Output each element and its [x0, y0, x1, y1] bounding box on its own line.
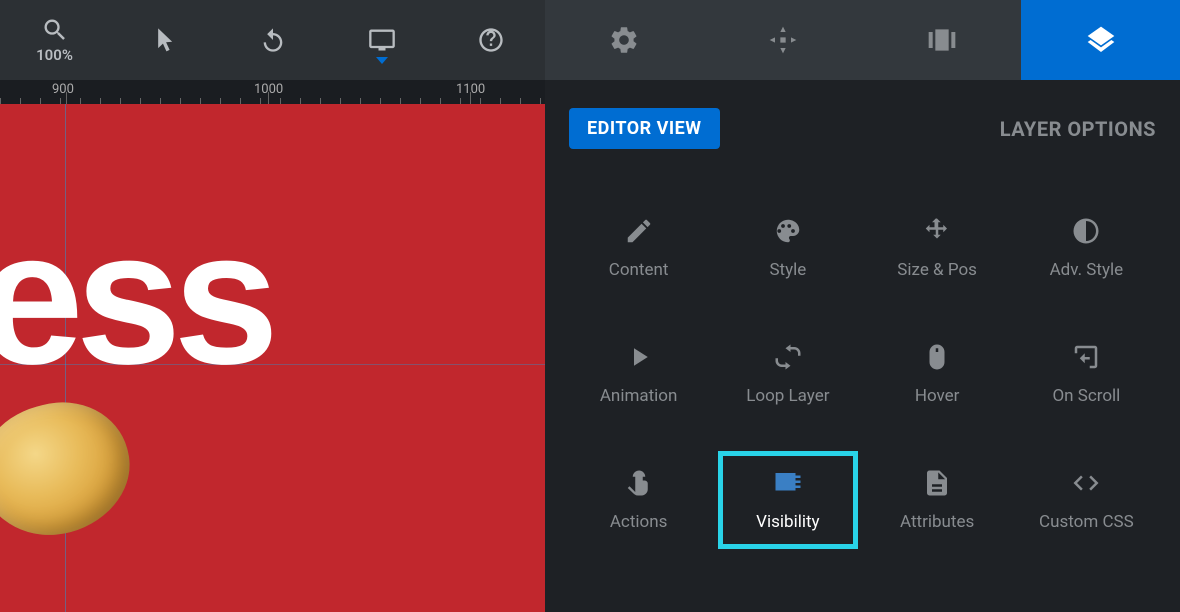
code-icon [1071, 468, 1101, 512]
visibility-icon [773, 468, 803, 512]
option-label: On Scroll [1052, 386, 1120, 406]
canvas-text-layer[interactable]: ness [0, 189, 271, 407]
layer-options-panel: EDITOR VIEW LAYER OPTIONS Content Style Si… [545, 80, 1180, 612]
editor-view-button[interactable]: EDITOR VIEW [569, 108, 720, 149]
option-adv-style[interactable]: Adv. Style [1017, 199, 1156, 297]
gear-icon [608, 24, 640, 56]
option-custom-css[interactable]: Custom CSS [1017, 451, 1156, 549]
option-label: Visibility [756, 512, 819, 532]
option-attributes[interactable]: Attributes [868, 451, 1007, 549]
option-on-scroll[interactable]: On Scroll [1017, 325, 1156, 423]
option-label: Adv. Style [1050, 260, 1124, 280]
layer-options-title: LAYER OPTIONS [1000, 117, 1156, 141]
pencil-icon [624, 216, 654, 260]
undo-icon [259, 26, 287, 54]
zoom-tool[interactable]: 100% [0, 0, 109, 80]
option-label: Size & Pos [897, 260, 977, 280]
canvas[interactable]: ness [0, 104, 545, 612]
option-label: Content [609, 260, 669, 280]
cursor-icon [150, 26, 178, 54]
move-icon [922, 216, 952, 260]
panel-tab-navigation[interactable] [704, 0, 863, 80]
loop-icon [773, 342, 803, 386]
zoom-label: 100% [36, 46, 73, 64]
option-label: Style [769, 260, 806, 280]
help-icon [477, 26, 505, 54]
option-hover[interactable]: Hover [868, 325, 1007, 423]
panel-tab-layers[interactable] [1021, 0, 1180, 80]
panel-tab-carousel[interactable] [863, 0, 1022, 80]
option-label: Attributes [900, 512, 974, 532]
canvas-image-layer[interactable] [0, 387, 144, 551]
option-visibility[interactable]: Visibility [718, 451, 857, 549]
option-loop-layer[interactable]: Loop Layer [718, 325, 857, 423]
option-animation[interactable]: Animation [569, 325, 708, 423]
option-label: Loop Layer [746, 386, 829, 406]
file-icon [922, 468, 952, 512]
panel-tab-settings[interactable] [545, 0, 704, 80]
mouse-icon [922, 342, 952, 386]
palette-icon [773, 216, 803, 260]
device-preview[interactable] [327, 0, 436, 80]
touch-icon [624, 468, 654, 512]
option-actions[interactable]: Actions [569, 451, 708, 549]
scroll-icon [1071, 342, 1101, 386]
play-icon [624, 342, 654, 386]
contrast-icon [1071, 216, 1101, 260]
option-label: Custom CSS [1039, 512, 1134, 532]
carousel-icon [926, 24, 958, 56]
layers-icon [1085, 24, 1117, 56]
option-style[interactable]: Style [718, 199, 857, 297]
option-content[interactable]: Content [569, 199, 708, 297]
magnifier-icon [41, 16, 69, 44]
ruler-horizontal: 900 1000 1100 [0, 80, 545, 104]
option-label: Hover [915, 386, 960, 406]
option-label: Actions [610, 512, 668, 532]
option-label: Animation [600, 386, 678, 406]
cursor-tool[interactable] [109, 0, 218, 80]
dpad-icon [767, 24, 799, 56]
help-tool[interactable] [436, 0, 545, 80]
undo-tool[interactable] [218, 0, 327, 80]
option-size-pos[interactable]: Size & Pos [868, 199, 1007, 297]
monitor-icon [368, 26, 396, 54]
